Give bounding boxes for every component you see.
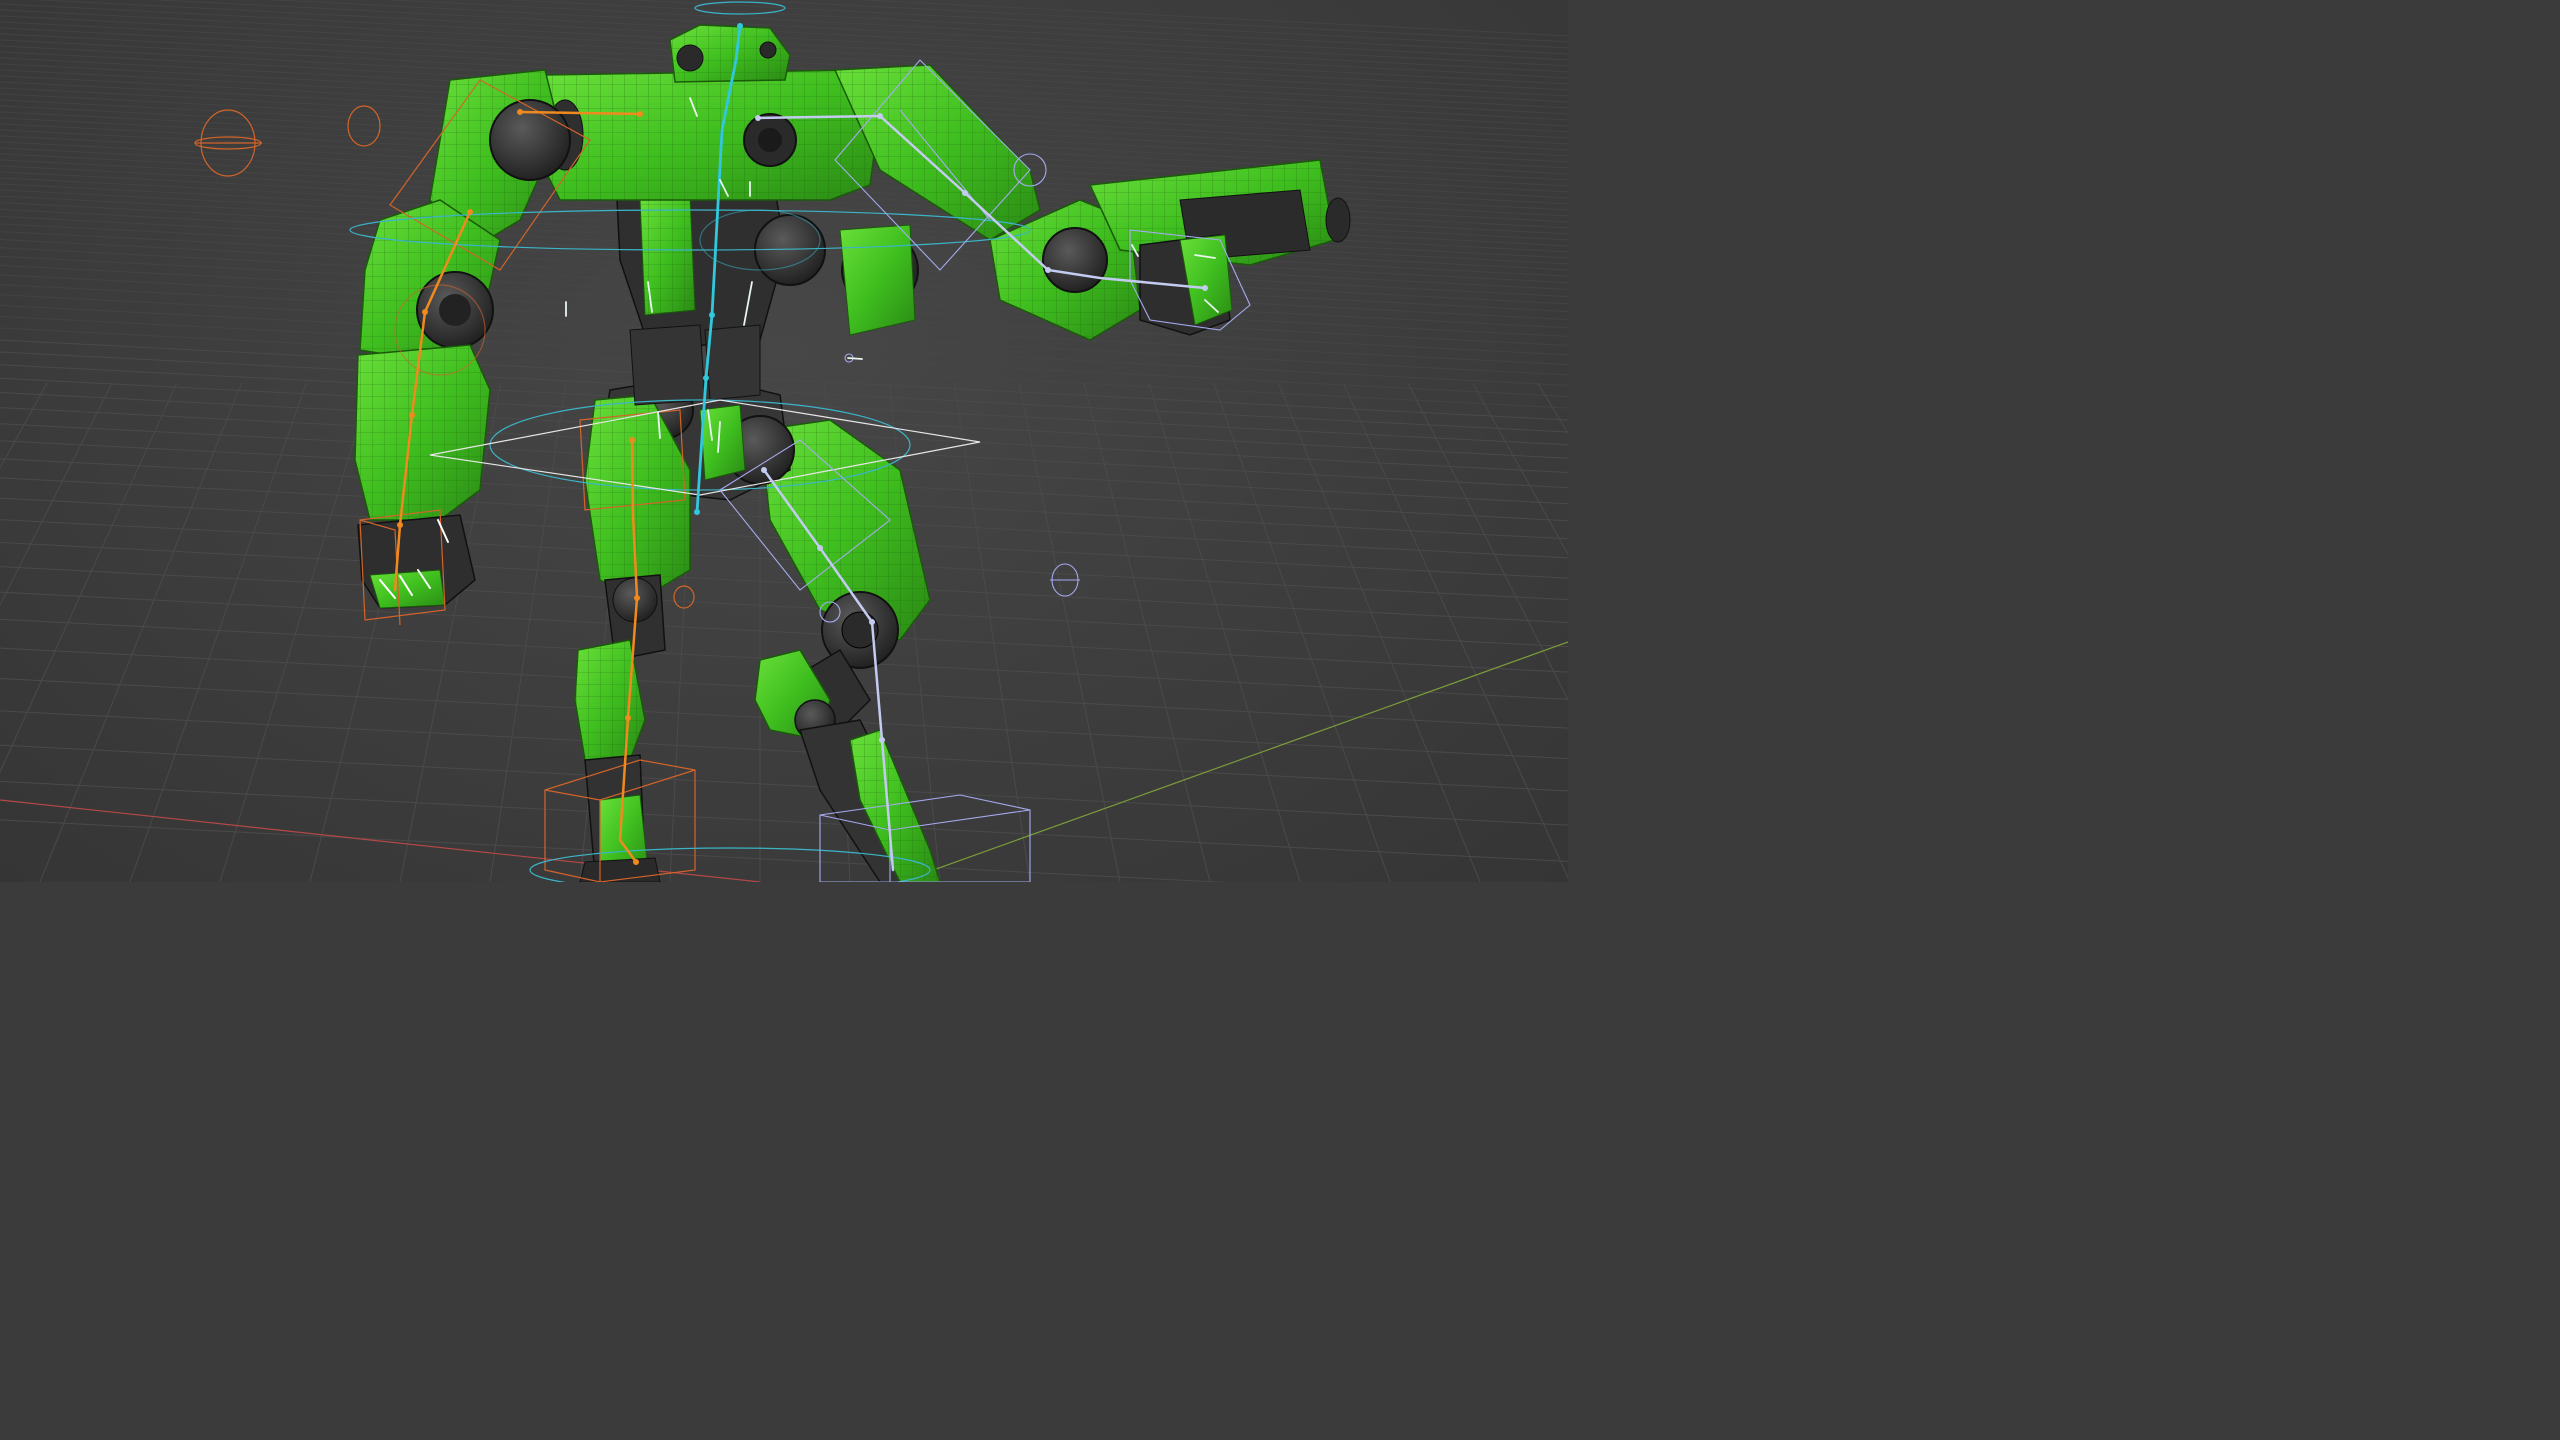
right-leg-mesh[interactable] xyxy=(754,419,941,882)
grid-line xyxy=(0,274,1568,356)
head-mesh[interactable] xyxy=(669,24,791,83)
grid-line xyxy=(219,382,372,882)
grid-line xyxy=(0,819,1227,882)
grid-line xyxy=(0,744,1568,826)
grid-line xyxy=(0,327,1568,409)
grid-line xyxy=(0,294,1568,376)
grid-line xyxy=(1083,382,1211,882)
grid-line xyxy=(0,339,1568,421)
grid-line xyxy=(0,566,1568,648)
grid-line xyxy=(0,304,1568,386)
grid-line xyxy=(0,315,1568,397)
grid-line xyxy=(0,382,178,774)
grid-line xyxy=(0,382,48,470)
viewport-scene[interactable] xyxy=(0,0,1568,882)
head-top-control[interactable] xyxy=(694,1,786,15)
grid-line xyxy=(855,0,1568,37)
grid-line xyxy=(0,780,1568,862)
grid-line xyxy=(1277,382,1481,882)
grid-line xyxy=(1018,382,1121,882)
right-arm-mesh[interactable] xyxy=(833,64,1351,341)
3d-viewport[interactable] xyxy=(0,0,1568,882)
grid-line xyxy=(0,541,1568,623)
left-ik-pole-control[interactable] xyxy=(194,109,262,177)
grid-line xyxy=(129,382,307,882)
right-ik-pole-control[interactable] xyxy=(1050,563,1080,597)
chest-mesh[interactable] xyxy=(539,69,881,201)
grid-line xyxy=(0,382,113,606)
grid-line xyxy=(1407,382,1568,701)
